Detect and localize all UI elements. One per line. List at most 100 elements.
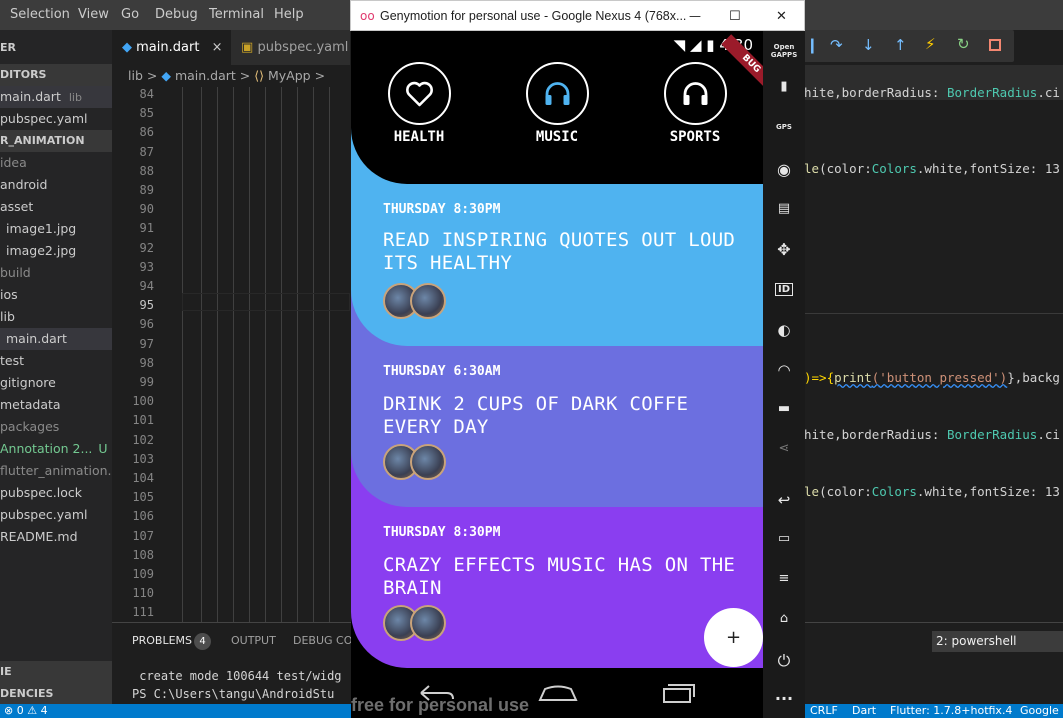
maximize-button[interactable]: ☐ bbox=[729, 1, 741, 32]
camera-icon[interactable]: ◉ bbox=[763, 160, 805, 179]
menu-view[interactable]: View bbox=[78, 7, 109, 22]
language-status[interactable]: Dart bbox=[852, 704, 876, 718]
id-icon[interactable]: ID bbox=[763, 281, 805, 296]
section-header-2[interactable]: DENCIES bbox=[0, 683, 112, 704]
open-editors-header[interactable]: DITORS bbox=[0, 64, 112, 86]
menu-icon[interactable]: ≡ bbox=[763, 571, 805, 586]
file-tree-item[interactable]: asset bbox=[0, 196, 112, 218]
event-time: THURSDAY 8:30PM bbox=[383, 525, 501, 540]
file-tree-item[interactable]: packages bbox=[0, 416, 112, 438]
file-tree-item[interactable]: image2.jpg bbox=[0, 240, 112, 262]
file-tree-label: asset bbox=[0, 199, 34, 214]
rss-icon[interactable]: ◠ bbox=[763, 361, 805, 379]
back-icon[interactable] bbox=[417, 682, 457, 704]
more-icon[interactable]: ··· bbox=[763, 689, 805, 708]
close-button[interactable]: ✕ bbox=[776, 1, 787, 32]
back-icon[interactable]: ↩ bbox=[763, 491, 805, 509]
file-tree-item[interactable]: lib bbox=[0, 306, 112, 328]
home-icon[interactable]: ⌂ bbox=[763, 611, 805, 626]
open-editor-pubspec[interactable]: pubspec.yaml bbox=[0, 108, 112, 130]
file-tree-item[interactable]: ios bbox=[0, 284, 112, 306]
device-status[interactable]: Google bbox=[1020, 704, 1059, 718]
recents-icon[interactable]: ▭ bbox=[763, 531, 805, 546]
hot-reload-icon[interactable]: ⚡ bbox=[925, 35, 936, 53]
move-icon[interactable]: ✥ bbox=[763, 240, 805, 259]
code-editor[interactable]: 84 85 86 87 88 89 90 91 92 93 94 95 96 97 98 99 100 101 10… bbox=[112, 87, 350, 622]
step-over-icon[interactable]: ↷ bbox=[830, 36, 843, 54]
chat-icon[interactable]: ▬ bbox=[763, 401, 805, 416]
gps-icon[interactable]: GPS bbox=[763, 123, 805, 131]
line-number: 92 bbox=[139, 240, 154, 255]
file-tree-item[interactable]: main.dart bbox=[0, 328, 112, 350]
tab-pubspec-yaml[interactable]: ▣ pubspec.yaml bbox=[231, 30, 350, 65]
code-line: le(color:Colors.white,fontSize: 13 bbox=[804, 484, 1060, 499]
file-tree-item[interactable]: pubspec.yaml bbox=[0, 504, 112, 526]
file-tree-item[interactable]: Annotation 2... U bbox=[0, 438, 112, 460]
breadcrumb-myapp[interactable]: MyApp bbox=[268, 68, 311, 83]
battery-icon[interactable]: ▮ bbox=[763, 79, 805, 94]
step-into-icon[interactable]: ↓ bbox=[862, 36, 875, 54]
file-tree-item[interactable]: metadata bbox=[0, 394, 112, 416]
stop-icon[interactable] bbox=[989, 39, 1001, 51]
problems-status[interactable]: ⊗ 0 ⚠ 4 bbox=[4, 704, 48, 718]
category-music-label: MUSIC bbox=[535, 129, 579, 145]
file-tree-item[interactable]: image1.jpg bbox=[0, 218, 112, 240]
step-out-icon[interactable]: ↑ bbox=[894, 36, 907, 54]
breadcrumb-separator: > bbox=[239, 68, 251, 83]
add-fab-button[interactable]: + bbox=[704, 608, 763, 667]
pause-icon[interactable]: ❙ bbox=[806, 36, 819, 54]
home-icon[interactable] bbox=[537, 683, 579, 703]
clapper-icon[interactable]: ▤ bbox=[763, 201, 805, 216]
explorer-title: ER bbox=[0, 41, 16, 54]
file-tree-item[interactable]: android bbox=[0, 174, 112, 196]
file-tree-label: android bbox=[0, 177, 48, 192]
terminal-select[interactable]: 2: powershell bbox=[932, 631, 1063, 652]
file-tree-label: main.dart bbox=[6, 331, 67, 346]
breadcrumb-main-dart[interactable]: main.dart bbox=[175, 68, 236, 83]
genymotion-toolbar: Open GAPPS ▮ GPS ◉ ▤ ✥ ID ◐ ◠ ▬ ⋖ ↩ ▭ ≡ … bbox=[763, 31, 805, 718]
minimize-button[interactable]: — bbox=[689, 1, 701, 32]
open-gapps-icon[interactable]: Open GAPPS bbox=[763, 43, 805, 59]
file-tree-item[interactable]: test bbox=[0, 350, 112, 372]
menu-terminal[interactable]: Terminal bbox=[209, 7, 264, 22]
file-tree-item[interactable]: README.md bbox=[0, 526, 112, 548]
project-header[interactable]: R_ANIMATION bbox=[0, 130, 112, 152]
tab-output[interactable]: OUTPUT bbox=[231, 634, 276, 647]
line-number: 101 bbox=[132, 413, 154, 428]
event-title: CRAZY EFFECTS MUSIC HAS ON THE BRAIN bbox=[383, 554, 736, 599]
recents-icon[interactable] bbox=[661, 682, 697, 704]
yaml-file-icon: ▣ bbox=[241, 40, 254, 55]
share-icon[interactable]: ⋖ bbox=[763, 441, 805, 456]
eol-status[interactable]: CRLF bbox=[810, 704, 838, 718]
flutter-version-status[interactable]: Flutter: 1.7.8+hotfix.4 bbox=[890, 704, 1012, 718]
file-tree-label: packages bbox=[0, 419, 60, 434]
tab-main-dart[interactable]: ◆ main.dart × bbox=[112, 30, 231, 65]
line-number: 99 bbox=[139, 375, 154, 389]
file-tree-item[interactable]: gitignore bbox=[0, 372, 112, 394]
restart-icon[interactable]: ↻ bbox=[957, 35, 970, 53]
menu-go[interactable]: Go bbox=[121, 7, 139, 22]
close-tab-icon[interactable]: × bbox=[212, 40, 223, 55]
menu-selection[interactable]: Selection bbox=[10, 7, 70, 22]
category-health-button[interactable] bbox=[388, 62, 451, 125]
breadcrumb-lib[interactable]: lib bbox=[128, 68, 143, 83]
line-number: 96 bbox=[139, 317, 154, 332]
category-music-button[interactable] bbox=[526, 62, 589, 125]
power-icon[interactable]: ⏻ bbox=[763, 651, 805, 671]
line-number: 111 bbox=[132, 605, 154, 620]
tab-problems[interactable]: PROBLEMS bbox=[132, 634, 192, 647]
file-tree-item[interactable]: build bbox=[0, 262, 112, 284]
file-tree-item[interactable]: idea bbox=[0, 152, 112, 174]
file-tree-item[interactable]: flutter_animation.i... bbox=[0, 460, 112, 482]
open-editor-main-dart[interactable]: main.dart lib bbox=[0, 86, 112, 108]
headphones-icon bbox=[683, 82, 708, 105]
category-sports-button[interactable] bbox=[664, 62, 727, 125]
code-line: le(color:Colors.white,fontSize: 13 bbox=[804, 161, 1060, 176]
file-tree-item[interactable]: pubspec.lock bbox=[0, 482, 112, 504]
class-icon: ⟨⟩ bbox=[254, 68, 265, 83]
menu-help[interactable]: Help bbox=[274, 7, 304, 22]
code-editor-right[interactable]: hite,borderRadius: BorderRadius.ci le(co… bbox=[804, 65, 1063, 627]
disc-icon[interactable]: ◐ bbox=[763, 321, 805, 339]
section-header-1[interactable]: IE bbox=[0, 661, 112, 683]
menu-debug[interactable]: Debug bbox=[155, 7, 198, 22]
